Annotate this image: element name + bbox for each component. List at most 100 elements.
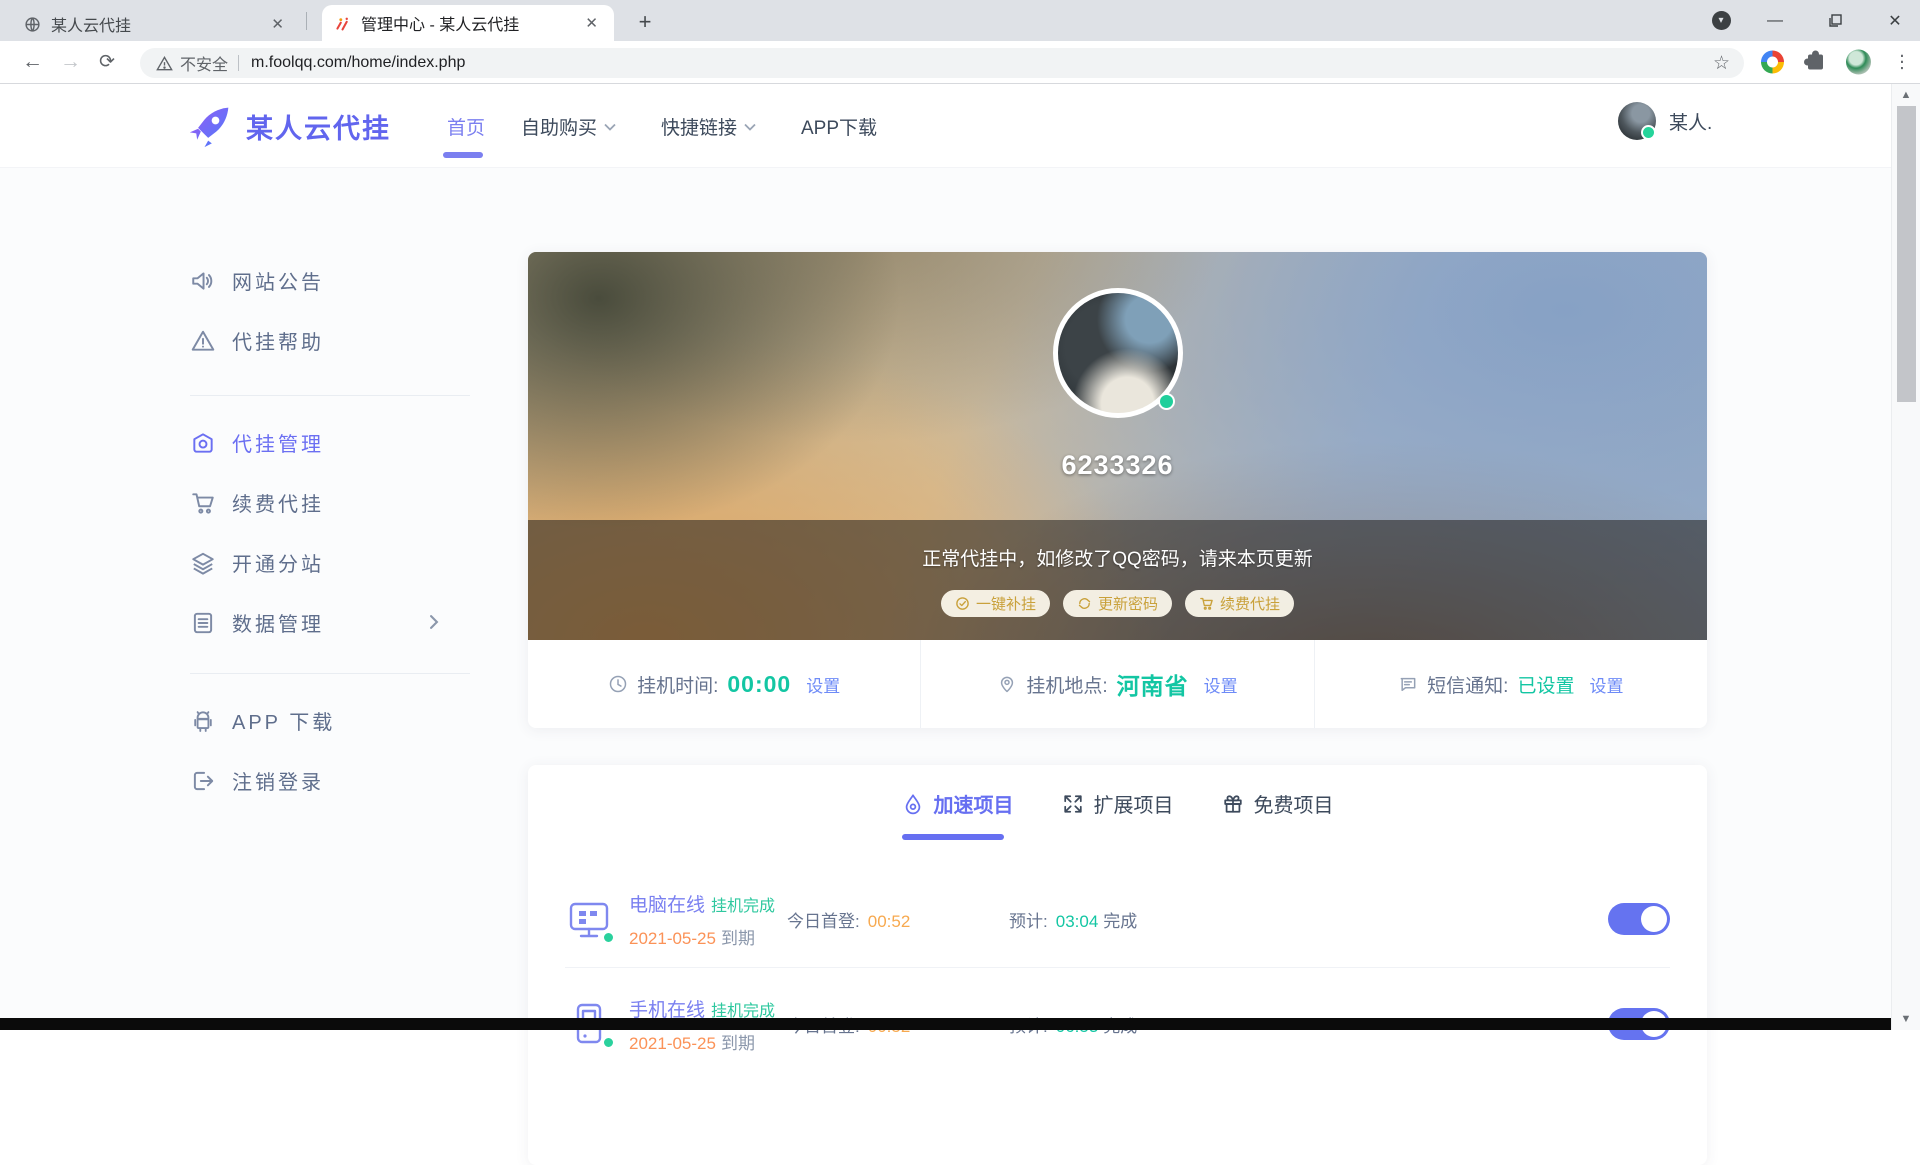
extension-colorful-icon[interactable] bbox=[1761, 50, 1784, 74]
close-icon[interactable]: ✕ bbox=[581, 12, 602, 34]
sidebar-item-manage[interactable]: 代挂管理 bbox=[190, 428, 324, 457]
hang-location-info: 挂机地点: 河南省 设置 bbox=[920, 640, 1313, 728]
renew-button[interactable]: 续费代挂 bbox=[1185, 590, 1295, 617]
sidebar-label: APP 下载 bbox=[232, 712, 336, 734]
chrome-update-icon[interactable]: ▾ bbox=[1698, 0, 1744, 41]
omnibox-divider bbox=[238, 55, 240, 71]
speaker-icon bbox=[192, 271, 213, 290]
browser-scrollbar[interactable]: ▲ ▼ bbox=[1891, 84, 1920, 1030]
sidebar-item-help[interactable]: 代挂帮助 bbox=[190, 326, 324, 355]
user-name: 某人. bbox=[1669, 112, 1713, 134]
settings-link[interactable]: 设置 bbox=[1204, 672, 1238, 697]
sidebar-item-announcements[interactable]: 网站公告 bbox=[190, 266, 324, 295]
project-titles: 电脑在线 挂机完成 2021-05-25 到期 bbox=[629, 890, 787, 949]
drop-icon bbox=[905, 793, 920, 814]
profile-actions: 一键补挂 更新密码 续费代挂 bbox=[528, 590, 1707, 617]
sidebar-label: 续费代挂 bbox=[232, 494, 324, 516]
tab-expand-projects[interactable]: 扩展项目 bbox=[1062, 789, 1174, 840]
info-value: 河南省 bbox=[1116, 673, 1189, 699]
qq-avatar[interactable] bbox=[1052, 288, 1183, 418]
info-value: 已设置 bbox=[1517, 675, 1575, 697]
sidebar-item-renew[interactable]: 续费代挂 bbox=[190, 488, 324, 517]
chevron-right-icon[interactable] bbox=[428, 615, 440, 629]
check-circle-icon bbox=[956, 597, 969, 610]
online-status-dot bbox=[1157, 393, 1175, 410]
browser-menu-icon[interactable]: ⋮ bbox=[1893, 52, 1911, 73]
forward-icon[interactable]: → bbox=[60, 50, 81, 74]
nav-item-links[interactable]: 快捷链接 bbox=[661, 113, 756, 140]
extensions-puzzle-icon[interactable] bbox=[1804, 50, 1823, 70]
rocket-logo-icon bbox=[188, 104, 232, 148]
layers-icon bbox=[192, 552, 214, 575]
document-icon bbox=[193, 612, 213, 633]
browser-tab-active[interactable]: 管理中心 - 某人云代挂 ✕ bbox=[322, 5, 614, 41]
warning-icon bbox=[191, 330, 215, 351]
refresh-icon[interactable]: ⟳ bbox=[99, 51, 115, 74]
browser-profile-avatar[interactable] bbox=[1846, 49, 1871, 75]
tab-separator bbox=[306, 12, 307, 30]
nav-label: 首页 bbox=[447, 118, 486, 139]
expand-icon bbox=[1063, 794, 1082, 813]
project-status-badge: 挂机完成 bbox=[711, 1002, 776, 1020]
scrollbar-thumb[interactable] bbox=[1897, 106, 1916, 402]
login-label: 今日首登: bbox=[787, 911, 860, 931]
location-icon bbox=[1001, 676, 1014, 693]
back-icon[interactable]: ← bbox=[22, 50, 43, 74]
online-dot bbox=[602, 1036, 615, 1049]
refresh-icon bbox=[1078, 598, 1091, 609]
row-divider bbox=[565, 967, 1670, 968]
clock-icon bbox=[609, 675, 627, 693]
button-label: 更新密码 bbox=[1097, 596, 1158, 613]
browser-tab-inactive[interactable]: 某人云代挂 ✕ bbox=[12, 7, 300, 41]
settings-link[interactable]: 设置 bbox=[806, 672, 840, 697]
eta-label: 预计: bbox=[1009, 911, 1048, 931]
projects-tabs: 加速项目 扩展项目 免费项目 bbox=[528, 789, 1707, 840]
nav-item-home[interactable]: 首页 bbox=[447, 113, 485, 140]
tab-title: 管理中心 - 某人云代挂 bbox=[361, 17, 520, 34]
maximize-button[interactable] bbox=[1812, 0, 1858, 41]
gift-icon bbox=[1223, 794, 1242, 813]
update-password-button[interactable]: 更新密码 bbox=[1062, 590, 1172, 617]
scroll-up-icon[interactable]: ▲ bbox=[1892, 89, 1920, 101]
close-window-button[interactable]: ✕ bbox=[1872, 0, 1918, 41]
nav-item-buy[interactable]: 自助购买 bbox=[521, 113, 616, 140]
nav-item-app-download[interactable]: APP下载 bbox=[801, 113, 877, 140]
minimize-button[interactable]: — bbox=[1752, 0, 1798, 41]
project-row-pc: 电脑在线 挂机完成 2021-05-25 到期 今日首登: 00:52 预计: 03:0… bbox=[565, 880, 1670, 958]
login-value: 00:52 bbox=[867, 911, 911, 931]
site-logo[interactable]: 某人云代挂 bbox=[188, 104, 391, 148]
user-avatar bbox=[1618, 102, 1656, 140]
browser-url-bar: ← → ⟳ 不安全 m.foolqq.com/home/index.php ☆ … bbox=[0, 41, 1920, 84]
scroll-down-icon[interactable]: ▼ bbox=[1892, 1013, 1920, 1025]
eta-info: 预计: 03:04 完成 bbox=[1009, 907, 1608, 932]
tab-free-projects[interactable]: 免费项目 bbox=[1222, 789, 1334, 840]
sidebar-label: 注销登录 bbox=[232, 772, 324, 794]
bottom-black-bar bbox=[0, 1018, 1891, 1030]
projects-card: 加速项目 扩展项目 免费项目 电脑在线 挂机完成 2021-05-25 到期 今日首… bbox=[528, 765, 1707, 1165]
info-label: 挂机时间: bbox=[637, 675, 719, 697]
settings-link[interactable]: 设置 bbox=[1589, 672, 1623, 697]
qq-number: 6233326 bbox=[1061, 450, 1174, 480]
header-user[interactable]: 某人. bbox=[1618, 102, 1712, 140]
sidebar-item-data[interactable]: 数据管理 bbox=[190, 608, 324, 637]
sidebar-label: 代挂管理 bbox=[232, 434, 324, 456]
not-secure-warning-icon bbox=[156, 55, 173, 71]
profile-info-row: 挂机时间: 00:00 设置 挂机地点: 河南省 设置 短信通知: 已设置 设置 bbox=[528, 640, 1707, 728]
sidebar-item-logout[interactable]: 注销登录 bbox=[190, 766, 324, 795]
expiry-date: 2021-05-25 bbox=[629, 1033, 716, 1053]
hang-time-info: 挂机时间: 00:00 设置 bbox=[528, 640, 920, 728]
tab-label: 扩展项目 bbox=[1093, 795, 1174, 817]
sidebar-divider bbox=[190, 395, 470, 396]
omnibox[interactable]: 不安全 m.foolqq.com/home/index.php ☆ bbox=[140, 48, 1744, 78]
bookmark-star-icon[interactable]: ☆ bbox=[1713, 52, 1730, 75]
cart-icon bbox=[1200, 597, 1213, 610]
sidebar-item-substation[interactable]: 开通分站 bbox=[190, 548, 324, 577]
new-tab-button[interactable]: + bbox=[630, 8, 660, 38]
pc-online-toggle[interactable] bbox=[1608, 903, 1670, 935]
monitor-icon bbox=[565, 895, 615, 944]
nav-active-underline bbox=[443, 152, 483, 158]
tab-speed-projects[interactable]: 加速项目 bbox=[901, 789, 1014, 840]
sidebar-item-app-download[interactable]: APP 下载 bbox=[190, 706, 335, 735]
rehang-button[interactable]: 一键补挂 bbox=[940, 590, 1050, 617]
close-icon[interactable]: ✕ bbox=[267, 13, 288, 35]
